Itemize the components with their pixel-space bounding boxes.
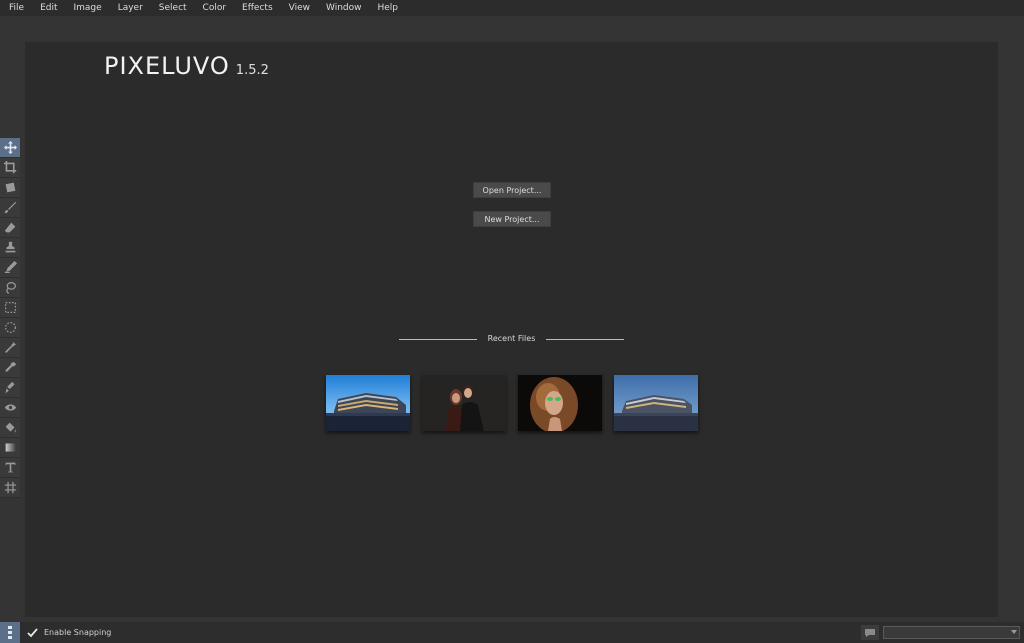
app-window: File Edit Image Layer Select Color Effec… xyxy=(0,0,1024,643)
tool-ellipse-select[interactable] xyxy=(0,318,20,338)
tool-brush[interactable] xyxy=(0,198,20,218)
tool-magic-wand[interactable] xyxy=(0,338,20,358)
tool-lasso[interactable] xyxy=(0,278,20,298)
tool-gradient[interactable] xyxy=(0,438,20,458)
magic-wand-icon xyxy=(4,341,16,353)
crop-icon xyxy=(3,161,16,174)
toolbox xyxy=(0,138,20,500)
color-picker-icon xyxy=(5,361,16,372)
eye-icon xyxy=(4,404,16,411)
open-project-button[interactable]: Open Project... xyxy=(473,182,551,198)
recent-file-thumbnail[interactable] xyxy=(614,375,698,431)
enable-snapping-label: Enable Snapping xyxy=(44,628,112,637)
divider-right xyxy=(546,339,624,340)
text-icon xyxy=(5,462,15,473)
recent-file-thumbnail[interactable] xyxy=(518,375,602,431)
rect-select-icon xyxy=(4,302,16,313)
eraser-icon xyxy=(4,222,15,233)
new-project-button[interactable]: New Project... xyxy=(473,211,551,227)
tool-clone-stamp[interactable] xyxy=(0,238,20,258)
transform-icon xyxy=(5,182,15,193)
logo-name: PIXELUVO xyxy=(104,52,230,80)
menu-help[interactable]: Help xyxy=(370,0,407,16)
recent-file-thumbnail[interactable] xyxy=(422,375,506,431)
menu-effects[interactable]: Effects xyxy=(234,0,281,16)
tool-move[interactable] xyxy=(0,138,20,158)
menu-edit[interactable]: Edit xyxy=(32,0,65,16)
hash-icon xyxy=(4,481,16,494)
enable-snapping-checkbox[interactable] xyxy=(27,627,38,638)
vertical-dots-icon xyxy=(8,626,12,639)
portrait-photo xyxy=(518,375,602,431)
pen-icon xyxy=(4,261,17,273)
menu-window[interactable]: Window xyxy=(318,0,370,16)
menu-color[interactable]: Color xyxy=(195,0,235,16)
building-photo xyxy=(614,375,698,431)
tool-hash[interactable] xyxy=(0,478,20,498)
tool-text[interactable] xyxy=(0,458,20,478)
start-screen: PIXELUVO 1.5.2 Open Project... New Projec… xyxy=(25,42,998,617)
clone-stamp-icon xyxy=(5,241,15,253)
menu-file[interactable]: File xyxy=(0,0,32,16)
chat-button[interactable] xyxy=(861,625,879,640)
menu-select[interactable]: Select xyxy=(151,0,195,16)
couple-photo xyxy=(422,375,506,431)
tool-rect-select[interactable] xyxy=(0,298,20,318)
status-bar: Enable Snapping xyxy=(0,622,1024,643)
menu-view[interactable]: View xyxy=(281,0,318,16)
zoom-dropdown[interactable] xyxy=(883,626,1020,639)
tool-smudge[interactable] xyxy=(0,378,20,398)
gradient-icon xyxy=(5,443,15,452)
menu-bar: File Edit Image Layer Select Color Effec… xyxy=(0,0,1024,16)
recent-file-thumbnail[interactable] xyxy=(326,375,410,431)
building-photo xyxy=(326,375,410,431)
tool-crop[interactable] xyxy=(0,158,20,178)
lasso-icon xyxy=(5,282,16,294)
tool-transform[interactable] xyxy=(0,178,20,198)
tool-eye[interactable] xyxy=(0,398,20,418)
tool-pen[interactable] xyxy=(0,258,20,278)
ellipse-select-icon xyxy=(4,322,16,333)
app-logo: PIXELUVO 1.5.2 xyxy=(104,52,269,80)
tool-eraser[interactable] xyxy=(0,218,20,238)
menu-image[interactable]: Image xyxy=(66,0,110,16)
panel-toggle[interactable] xyxy=(0,622,20,643)
brush-icon xyxy=(4,201,16,214)
logo-version: 1.5.2 xyxy=(235,63,269,78)
chevron-down-icon xyxy=(1011,630,1017,634)
menu-layer[interactable]: Layer xyxy=(110,0,151,16)
speech-bubble-icon xyxy=(865,628,875,637)
tool-fill[interactable] xyxy=(0,418,20,438)
smudge-icon xyxy=(5,381,15,394)
tool-color-picker[interactable] xyxy=(0,358,20,378)
fill-icon xyxy=(5,422,16,433)
recent-files-header: Recent Files xyxy=(399,333,624,345)
move-icon xyxy=(3,141,17,154)
